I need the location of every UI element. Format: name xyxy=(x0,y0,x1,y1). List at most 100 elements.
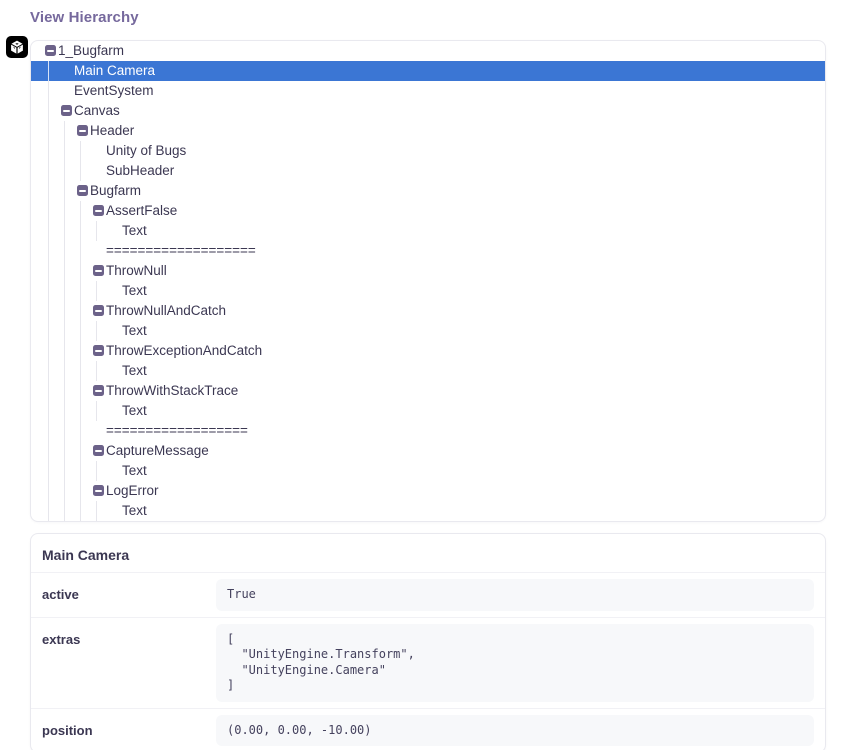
collapse-toggle-icon[interactable] xyxy=(93,385,104,396)
indent-guide-line xyxy=(80,481,81,501)
tree-row-label: 1_Bugfarm xyxy=(58,43,124,58)
tree-row[interactable]: Unity of Bugs xyxy=(31,141,825,161)
indent-guide-line xyxy=(48,441,49,461)
detail-row: activeTrue xyxy=(31,572,825,617)
indent-guide-line xyxy=(48,481,49,501)
tree-row[interactable]: LogError xyxy=(31,481,825,501)
indent-guide-line xyxy=(64,421,65,441)
tree-row[interactable]: ThrowExceptionAndCatch xyxy=(31,341,825,361)
tree-row-label: LogError xyxy=(106,483,159,498)
indent-guide-line xyxy=(48,161,49,181)
collapse-toggle-icon[interactable] xyxy=(93,485,104,496)
indent-guide-line xyxy=(64,381,65,401)
indent-guide-line xyxy=(64,361,65,381)
tree-row[interactable]: Text xyxy=(31,501,825,521)
indent-guide-line xyxy=(80,141,81,161)
tree-row[interactable]: Header xyxy=(31,121,825,141)
indent-guide-line xyxy=(48,361,49,381)
tree-row-label: Bugfarm xyxy=(90,183,141,198)
indent-guide-line xyxy=(96,281,97,301)
tree-row-label: Text xyxy=(122,503,147,518)
unity-logo-icon xyxy=(6,36,28,58)
tree-row[interactable]: EventSystem xyxy=(31,81,825,101)
indent-guide-line xyxy=(80,261,81,281)
indent-guide-line xyxy=(80,161,81,181)
collapse-toggle-icon[interactable] xyxy=(93,445,104,456)
detail-value: [ "UnityEngine.Transform", "UnityEngine.… xyxy=(216,624,814,702)
collapse-toggle-icon[interactable] xyxy=(77,185,88,196)
indent-guide-line xyxy=(80,461,81,481)
indent-guide-line xyxy=(48,501,49,521)
tree-row[interactable]: Text xyxy=(31,401,825,421)
detail-row: position(0.00, 0.00, -10.00) xyxy=(31,708,825,750)
indent-guide-line xyxy=(64,201,65,221)
tree-row-label: CaptureMessage xyxy=(106,443,209,458)
tree-row[interactable]: 1_Bugfarm xyxy=(31,41,825,61)
tree-row-label: Unity of Bugs xyxy=(106,143,186,158)
tree-row-label: Text xyxy=(122,363,147,378)
tree-row[interactable]: ThrowWithStackTrace xyxy=(31,381,825,401)
collapse-toggle-icon[interactable] xyxy=(93,265,104,276)
tree-row[interactable]: =================== xyxy=(31,241,825,261)
indent-guide-line xyxy=(80,341,81,361)
tree-row[interactable]: Text xyxy=(31,361,825,381)
indent-guide-line xyxy=(80,401,81,421)
tree-row[interactable]: ThrowNullAndCatch xyxy=(31,301,825,321)
indent-guide-line xyxy=(48,141,49,161)
indent-guide-line xyxy=(64,341,65,361)
tree-row[interactable]: Main Camera xyxy=(31,61,825,81)
indent-guide-line xyxy=(64,181,65,201)
hierarchy-tree-panel: 1_Bugfarm Main CameraEventSystem Canvas Hea… xyxy=(30,40,826,522)
collapse-toggle-icon[interactable] xyxy=(45,45,56,56)
collapse-toggle-icon[interactable] xyxy=(93,345,104,356)
tree-row[interactable]: Text xyxy=(31,281,825,301)
indent-guide-line xyxy=(48,461,49,481)
tree-rows: 1_Bugfarm Main CameraEventSystem Canvas Hea… xyxy=(31,41,825,521)
tree-row-label: Text xyxy=(122,223,147,238)
indent-guide-line xyxy=(64,161,65,181)
tree-row[interactable]: Text xyxy=(31,221,825,241)
tree-row-label: SubHeader xyxy=(106,163,174,178)
tree-row[interactable]: ThrowNull xyxy=(31,261,825,281)
indent-guide-line xyxy=(48,341,49,361)
tree-row-label: =================== xyxy=(106,243,256,258)
indent-guide-line xyxy=(48,101,49,121)
tree-row[interactable]: Text xyxy=(31,321,825,341)
indent-guide-line xyxy=(48,301,49,321)
indent-guide-line xyxy=(80,301,81,321)
tree-row-label: AssertFalse xyxy=(106,203,177,218)
tree-row-label: Text xyxy=(122,403,147,418)
detail-rows: activeTrueextras[ "UnityEngine.Transform… xyxy=(31,572,825,750)
indent-guide-line xyxy=(80,501,81,521)
tree-row[interactable]: Text xyxy=(31,461,825,481)
tree-row[interactable]: CaptureMessage xyxy=(31,441,825,461)
collapse-toggle-icon[interactable] xyxy=(93,305,104,316)
indent-guide-line xyxy=(64,281,65,301)
indent-guide-line xyxy=(64,401,65,421)
tree-row[interactable]: AssertFalse xyxy=(31,201,825,221)
indent-guide-line xyxy=(48,61,49,81)
tree-row[interactable]: Canvas xyxy=(31,101,825,121)
collapse-toggle-icon[interactable] xyxy=(61,105,72,116)
indent-guide-line xyxy=(64,261,65,281)
indent-guide-line xyxy=(96,321,97,341)
indent-guide-line xyxy=(64,481,65,501)
indent-guide-line xyxy=(64,301,65,321)
collapse-toggle-icon[interactable] xyxy=(77,125,88,136)
indent-guide-line xyxy=(96,461,97,481)
detail-value: True xyxy=(216,579,814,611)
indent-guide-line xyxy=(80,241,81,261)
tree-row-label: ThrowNull xyxy=(106,263,167,278)
tree-row-label: Canvas xyxy=(74,103,120,118)
details-panel: Main Camera activeTrueextras[ "UnityEngi… xyxy=(30,533,826,750)
detail-key: active xyxy=(42,579,216,602)
indent-guide-line xyxy=(48,261,49,281)
indent-guide-line xyxy=(64,221,65,241)
collapse-toggle-icon[interactable] xyxy=(93,205,104,216)
tree-row[interactable]: Bugfarm xyxy=(31,181,825,201)
tree-row[interactable]: SubHeader xyxy=(31,161,825,181)
indent-guide-line xyxy=(64,501,65,521)
detail-key: position xyxy=(42,715,216,738)
tree-row[interactable]: ================== xyxy=(31,421,825,441)
indent-guide-line xyxy=(48,381,49,401)
